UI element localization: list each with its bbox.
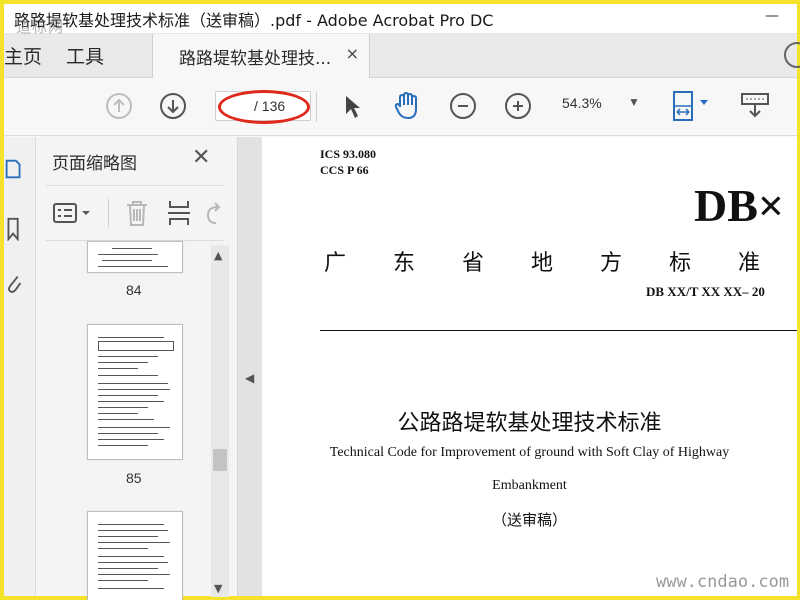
province-char: 标	[669, 251, 692, 276]
zoom-in-button[interactable]	[505, 93, 531, 119]
thumbnail-label: 84	[126, 282, 142, 298]
window-title: 路路堤软基处理技术标准（送审稿）.pdf - Adobe Acrobat Pro…	[14, 11, 494, 30]
rotate-icon[interactable]	[204, 201, 224, 227]
annotation-ellipse	[218, 90, 310, 124]
minus-icon	[458, 105, 468, 107]
help-icon[interactable]	[784, 42, 800, 68]
doc-title-chinese: 公路路堤软基处理技术标准	[397, 411, 662, 436]
title-bar: 路路堤软基处理技术标准（送审稿）.pdf - Adobe Acrobat Pro…	[4, 4, 797, 36]
zoom-out-button[interactable]	[450, 93, 476, 119]
fit-page-icon[interactable]	[670, 90, 714, 124]
page-thumbnail[interactable]	[87, 511, 183, 600]
trash-icon[interactable]	[124, 199, 150, 227]
province-char: 省	[462, 251, 485, 276]
province-char: 东	[393, 251, 416, 276]
insert-page-icon[interactable]	[166, 199, 192, 227]
scroll-up-icon[interactable]: ▲	[214, 249, 222, 262]
close-panel-icon[interactable]: ✕	[192, 145, 210, 170]
options-menu-icon[interactable]	[52, 201, 96, 225]
doc-status: （送审稿）	[491, 511, 567, 529]
page-thumbnail[interactable]	[87, 241, 183, 273]
thumbnail-table	[98, 341, 174, 351]
doc-ics-code: ICS 93.080	[320, 147, 377, 161]
minimize-button[interactable]: —	[765, 8, 779, 24]
tool-divider	[108, 199, 109, 227]
previous-page-button[interactable]	[106, 93, 132, 119]
thumbnail-label: 85	[126, 470, 142, 486]
thumbnail-scrollbar[interactable]: ▲ ▼	[211, 245, 229, 597]
doc-title-english-line1: Technical Code for Improvement of ground…	[329, 445, 730, 460]
province-char: 广	[324, 251, 347, 276]
scroll-down-icon[interactable]: ▼	[214, 582, 222, 595]
attachment-icon[interactable]	[4, 271, 24, 295]
page-thumbnail[interactable]	[87, 324, 183, 460]
scrollbar-thumb[interactable]	[213, 449, 227, 471]
province-char: 准	[738, 251, 761, 276]
plus-icon	[513, 101, 523, 111]
tab-document-label: 路路堤软基处理技...	[179, 49, 332, 69]
doc-ccs-code: CCS P 66	[320, 163, 369, 177]
panel-splitter[interactable]: ◀	[238, 137, 262, 596]
tab-close-icon[interactable]: ×	[346, 44, 359, 63]
panel-divider	[46, 185, 223, 186]
scroll-mode-icon[interactable]	[740, 92, 770, 120]
arrow-up-icon	[113, 98, 125, 112]
collapse-panel-icon[interactable]: ◀	[245, 371, 254, 385]
tab-document[interactable]: 路路堤软基处理技... ×	[152, 34, 370, 78]
page-thumbnails-icon[interactable]	[4, 157, 24, 181]
doc-standard-number: DB XX/T XX XX– 20	[646, 284, 765, 299]
tab-tools[interactable]: 工具	[66, 42, 104, 69]
document-view[interactable]: ICS 93.080 CCS P 66 DB× 广 东 省 地 方 标 准 DB XX/T …	[262, 137, 797, 596]
province-char: 地	[531, 251, 554, 276]
arrow-down-icon	[167, 100, 179, 114]
tab-bar: 主页 工具 路路堤软基处理技... ×	[4, 34, 800, 78]
bookmark-icon[interactable]	[4, 217, 24, 241]
doc-title-english-line2: Embankment	[492, 478, 567, 493]
hand-tool-icon[interactable]	[393, 91, 421, 121]
doc-db-mark: DB×	[694, 180, 785, 231]
panel-title: 页面缩略图	[52, 154, 137, 174]
zoom-value: 54.3%	[562, 95, 602, 111]
watermark-bottom-right: www.cndao.com	[656, 572, 790, 592]
doc-province-title: 广东省地方标准	[324, 245, 797, 277]
tab-home[interactable]: 主页	[4, 42, 42, 69]
doc-rule-line	[320, 330, 797, 331]
left-rail	[4, 137, 36, 596]
thumbnail-panel: 页面缩略图 ✕ 84 85 ▲ ▼	[36, 137, 238, 600]
toolbar-divider	[316, 92, 317, 122]
next-page-button[interactable]	[160, 93, 186, 119]
select-cursor-icon[interactable]	[344, 94, 362, 120]
province-char: 方	[600, 251, 623, 276]
toolbar: / 136 54.3% ▼	[4, 78, 797, 136]
chevron-down-icon: ▼	[628, 95, 640, 109]
thumbnail-toolbar	[52, 197, 232, 229]
zoom-select[interactable]: 54.3% ▼	[562, 95, 644, 119]
